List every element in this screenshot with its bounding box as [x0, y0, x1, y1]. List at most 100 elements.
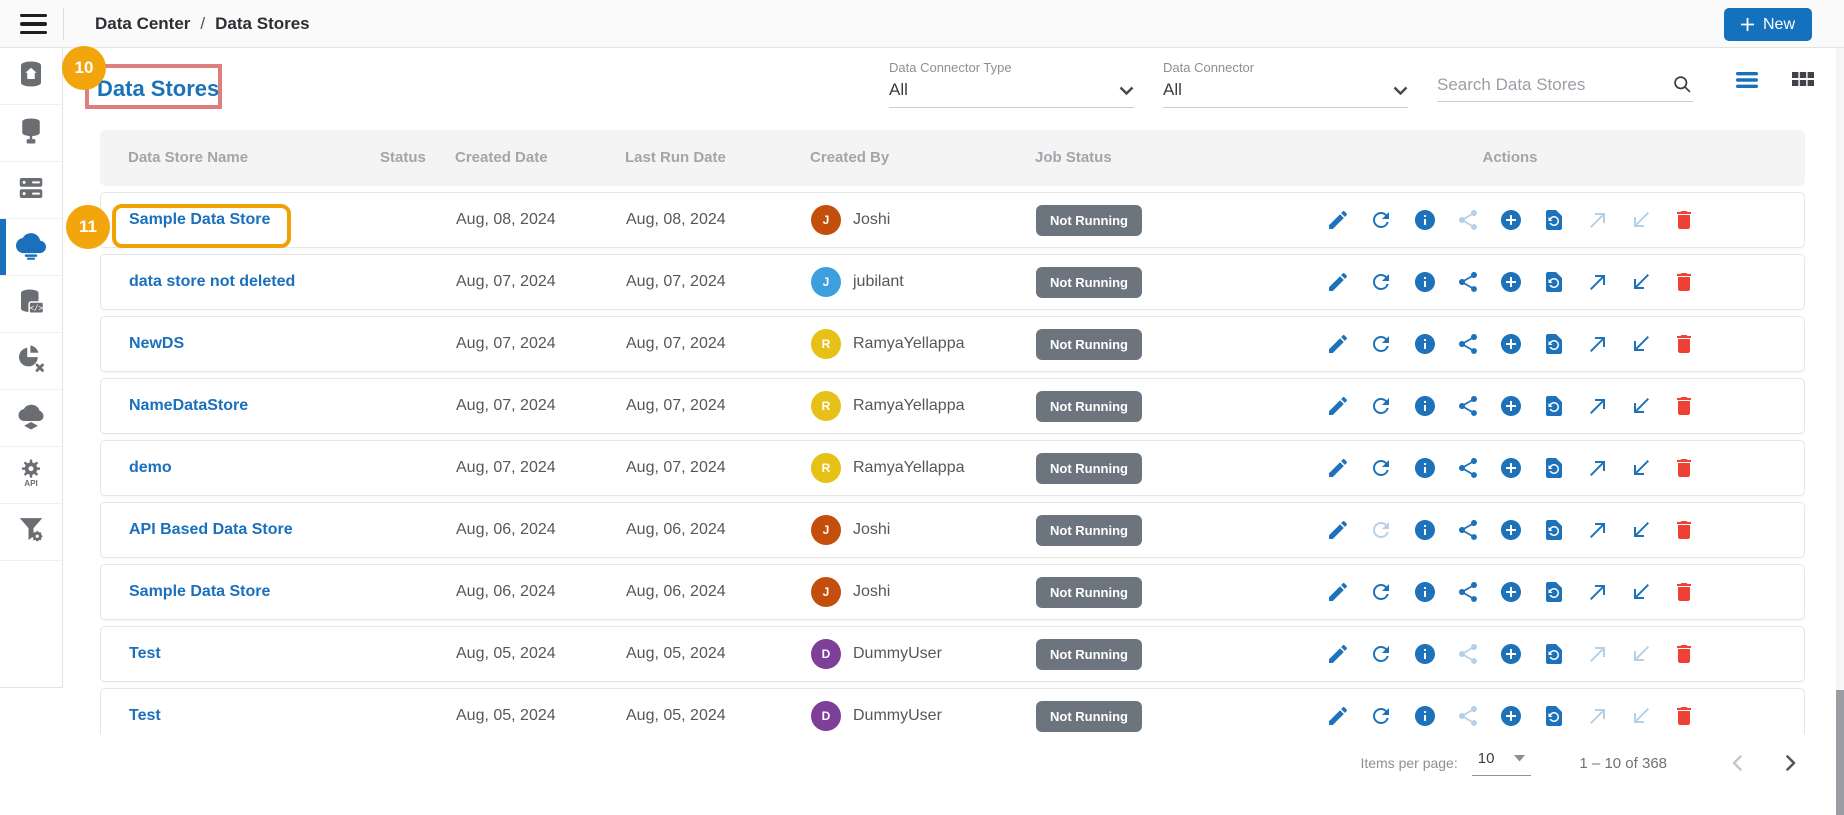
restore-icon[interactable] [1542, 518, 1566, 542]
data-connector-type-filter[interactable]: Data Connector Type All [889, 60, 1134, 108]
delete-icon[interactable] [1672, 518, 1696, 542]
edit-icon[interactable] [1326, 642, 1350, 666]
refresh-icon[interactable] [1369, 270, 1393, 294]
data-store-name-link[interactable]: Test [129, 627, 161, 681]
open-icon[interactable] [1586, 456, 1610, 480]
edit-icon[interactable] [1326, 332, 1350, 356]
grid-view-toggle[interactable] [1789, 66, 1817, 94]
restore-icon[interactable] [1542, 704, 1566, 728]
pull-icon[interactable] [1629, 580, 1653, 604]
info-icon[interactable] [1413, 580, 1437, 604]
data-store-name-link[interactable]: Test [129, 689, 161, 734]
breadcrumb-data-stores[interactable]: Data Stores [215, 14, 309, 34]
open-icon[interactable] [1586, 518, 1610, 542]
share-icon[interactable] [1456, 642, 1480, 666]
share-icon[interactable] [1456, 332, 1480, 356]
open-icon[interactable] [1586, 580, 1610, 604]
data-store-name-link[interactable]: Sample Data Store [129, 193, 270, 247]
restore-icon[interactable] [1542, 456, 1566, 480]
info-icon[interactable] [1413, 642, 1437, 666]
sidebar-item-data-prep[interactable] [0, 333, 62, 390]
share-icon[interactable] [1456, 456, 1480, 480]
data-store-name-link[interactable]: Sample Data Store [129, 565, 270, 619]
sidebar-item-code-db[interactable]: </> [0, 276, 62, 333]
add-icon[interactable] [1499, 518, 1523, 542]
sidebar-item-datasets[interactable] [0, 105, 62, 162]
refresh-icon[interactable] [1369, 518, 1393, 542]
add-icon[interactable] [1499, 270, 1523, 294]
refresh-icon[interactable] [1369, 332, 1393, 356]
scrollbar-thumb[interactable] [1836, 690, 1844, 815]
data-store-name-link[interactable]: API Based Data Store [129, 503, 293, 557]
delete-icon[interactable] [1672, 208, 1696, 232]
open-icon[interactable] [1586, 208, 1610, 232]
list-view-toggle[interactable] [1733, 66, 1761, 94]
delete-icon[interactable] [1672, 456, 1696, 480]
edit-icon[interactable] [1326, 456, 1350, 480]
edit-icon[interactable] [1326, 704, 1350, 728]
sidebar-item-data-lake[interactable] [0, 390, 62, 447]
refresh-icon[interactable] [1369, 208, 1393, 232]
restore-icon[interactable] [1542, 642, 1566, 666]
add-icon[interactable] [1499, 208, 1523, 232]
data-store-name-link[interactable]: data store not deleted [129, 255, 295, 309]
search-input[interactable] [1437, 75, 1672, 95]
data-store-name-link[interactable]: NewDS [129, 317, 184, 371]
refresh-icon[interactable] [1369, 580, 1393, 604]
refresh-icon[interactable] [1369, 704, 1393, 728]
refresh-icon[interactable] [1369, 394, 1393, 418]
pull-icon[interactable] [1629, 704, 1653, 728]
add-icon[interactable] [1499, 580, 1523, 604]
add-icon[interactable] [1499, 394, 1523, 418]
pull-icon[interactable] [1629, 518, 1653, 542]
add-icon[interactable] [1499, 332, 1523, 356]
info-icon[interactable] [1413, 704, 1437, 728]
info-icon[interactable] [1413, 332, 1437, 356]
pull-icon[interactable] [1629, 642, 1653, 666]
search-icon[interactable] [1672, 74, 1693, 95]
sidebar-item-data-stores[interactable] [0, 219, 62, 276]
pull-icon[interactable] [1629, 332, 1653, 356]
edit-icon[interactable] [1326, 270, 1350, 294]
open-icon[interactable] [1586, 394, 1610, 418]
delete-icon[interactable] [1672, 270, 1696, 294]
pull-icon[interactable] [1629, 394, 1653, 418]
restore-icon[interactable] [1542, 208, 1566, 232]
edit-icon[interactable] [1326, 394, 1350, 418]
open-icon[interactable] [1586, 332, 1610, 356]
pull-icon[interactable] [1629, 208, 1653, 232]
edit-icon[interactable] [1326, 580, 1350, 604]
page-size-select[interactable]: 10 [1472, 750, 1532, 776]
pull-icon[interactable] [1629, 270, 1653, 294]
delete-icon[interactable] [1672, 580, 1696, 604]
add-icon[interactable] [1499, 704, 1523, 728]
sidebar-item-api[interactable]: API [0, 447, 62, 504]
open-icon[interactable] [1586, 642, 1610, 666]
refresh-icon[interactable] [1369, 456, 1393, 480]
info-icon[interactable] [1413, 270, 1437, 294]
restore-icon[interactable] [1542, 332, 1566, 356]
info-icon[interactable] [1413, 208, 1437, 232]
sidebar-item-pipeline[interactable] [0, 504, 62, 561]
delete-icon[interactable] [1672, 704, 1696, 728]
delete-icon[interactable] [1672, 394, 1696, 418]
info-icon[interactable] [1413, 518, 1437, 542]
menu-icon[interactable] [20, 14, 47, 34]
delete-icon[interactable] [1672, 332, 1696, 356]
share-icon[interactable] [1456, 270, 1480, 294]
new-button[interactable]: New [1724, 8, 1812, 41]
share-icon[interactable] [1456, 208, 1480, 232]
share-icon[interactable] [1456, 518, 1480, 542]
share-icon[interactable] [1456, 580, 1480, 604]
sidebar-item-data-center-home[interactable] [0, 48, 62, 105]
delete-icon[interactable] [1672, 642, 1696, 666]
share-icon[interactable] [1456, 704, 1480, 728]
sidebar-item-servers[interactable] [0, 162, 62, 219]
info-icon[interactable] [1413, 394, 1437, 418]
edit-icon[interactable] [1326, 518, 1350, 542]
share-icon[interactable] [1456, 394, 1480, 418]
data-connector-filter[interactable]: Data Connector All [1163, 60, 1408, 108]
restore-icon[interactable] [1542, 580, 1566, 604]
add-icon[interactable] [1499, 642, 1523, 666]
breadcrumb-data-center[interactable]: Data Center [95, 14, 190, 34]
